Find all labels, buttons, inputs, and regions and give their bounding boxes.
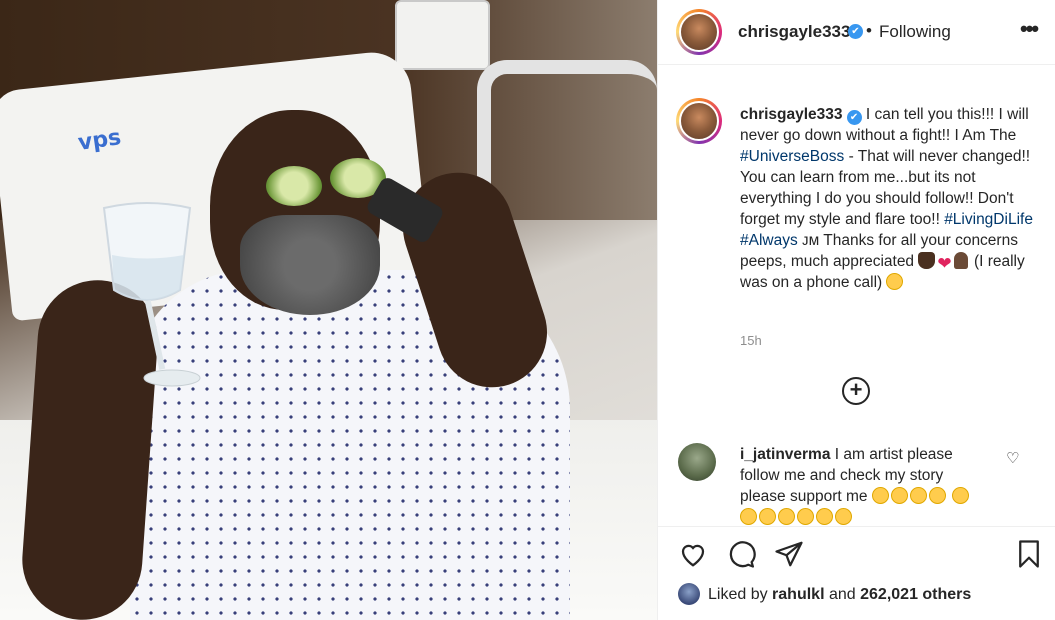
sad-emoji-icon xyxy=(928,487,946,504)
post-caption: chrisgayle333 ✔ I can tell you this!!! I … xyxy=(740,104,1040,293)
caption-verified-badge-icon: ✔ xyxy=(846,110,862,125)
add-comment-icon[interactable]: + xyxy=(842,377,870,405)
author-avatar[interactable] xyxy=(676,9,722,55)
post-actions: Liked by rahulkl and 262,021 others xyxy=(658,526,1055,620)
heart-emoji-icon: ❤ xyxy=(937,254,952,273)
grin-emoji-icon xyxy=(886,273,904,290)
sad-emoji-icon xyxy=(909,487,927,504)
following-button[interactable]: Following xyxy=(879,22,951,42)
caption-mark: ᴊᴍ xyxy=(802,232,820,249)
hashtag-universeboss[interactable]: #UniverseBoss xyxy=(740,148,844,165)
sad-emoji-icon xyxy=(740,508,757,525)
share-icon[interactable] xyxy=(774,539,804,569)
comment-text: i_jatinverma I am artist please follow m… xyxy=(740,444,980,526)
comments-area: chrisgayle333 ✔ I can tell you this!!! I … xyxy=(658,66,1055,526)
bookmark-icon[interactable] xyxy=(1014,539,1044,569)
post-photo[interactable]: vps xyxy=(0,0,657,620)
caption-avatar[interactable] xyxy=(676,98,722,144)
liked-prefix: Liked by xyxy=(708,586,768,603)
iv-pump xyxy=(395,0,490,70)
beard xyxy=(240,215,380,315)
comment-like-icon[interactable]: ♡ xyxy=(1006,449,1019,467)
sad-emoji-icon xyxy=(835,508,852,525)
wine-glass xyxy=(102,202,201,387)
cucumber-slice-left xyxy=(266,166,322,206)
sad-emoji-icon xyxy=(816,508,833,525)
verified-badge-icon: ✔ xyxy=(848,24,863,39)
commenter-avatar[interactable] xyxy=(678,443,716,481)
sad-emoji-icon xyxy=(778,508,795,525)
post-header: chrisgayle333 ✔ • Following ••• xyxy=(658,0,1055,65)
commenter-username[interactable]: i_jatinverma xyxy=(740,446,830,463)
sad-emoji-icon xyxy=(890,487,908,504)
instagram-post-view: vps chrisgayle333 ✔ • Following ••• chri… xyxy=(0,0,1055,620)
heart-icon[interactable] xyxy=(678,539,708,569)
more-icon[interactable]: ••• xyxy=(1020,16,1039,42)
liked-count[interactable]: 262,021 others xyxy=(860,586,971,603)
sad-emoji-icon xyxy=(759,508,776,525)
liker-avatar[interactable] xyxy=(678,583,700,605)
hashtag-livingdilife[interactable]: #LivingDiLife xyxy=(944,211,1033,228)
sad-emoji-icon xyxy=(871,487,889,504)
liked-user[interactable]: rahulkl xyxy=(772,586,824,603)
fist-emoji-icon xyxy=(918,252,936,269)
comment-icon[interactable] xyxy=(726,539,756,569)
pray-emoji-icon xyxy=(953,252,968,269)
likes-summary: Liked by rahulkl and 262,021 others xyxy=(678,583,971,605)
separator-dot: • xyxy=(866,21,872,40)
post-timestamp[interactable]: 15h xyxy=(740,333,762,348)
hashtag-always[interactable]: #Always xyxy=(740,232,798,249)
sad-emoji-icon xyxy=(797,508,814,525)
liked-mid: and xyxy=(828,586,856,603)
post-side-panel: chrisgayle333 ✔ • Following ••• chrisgay… xyxy=(657,0,1055,620)
caption-username[interactable]: chrisgayle333 xyxy=(740,106,843,123)
author-username[interactable]: chrisgayle333 xyxy=(738,22,850,42)
sad-emoji-icon xyxy=(952,487,970,504)
